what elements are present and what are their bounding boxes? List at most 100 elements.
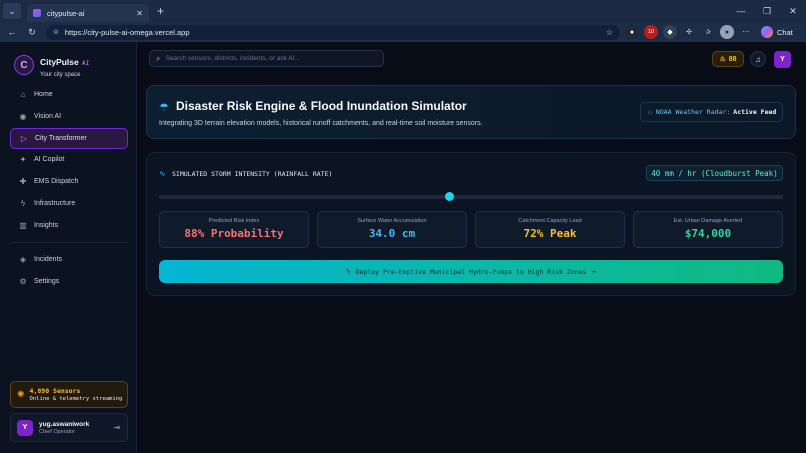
arrow-right-icon: →: [591, 267, 597, 276]
close-tab-icon[interactable]: ✕: [136, 9, 143, 18]
sidebar-item-label: Infrastructure: [34, 199, 76, 207]
play-icon: ▷: [20, 133, 28, 143]
sidebar-divider: [10, 241, 128, 243]
minimize-icon[interactable]: —: [728, 6, 754, 16]
browser-tab-title: citypulse-ai: [47, 8, 85, 18]
sparkles-icon: ✦: [19, 155, 27, 165]
metric-surface-water: Surface Water Accumulation 34.0 cm: [317, 211, 467, 248]
app-root: C CityPulse AI Your city space ⌂ Home ◉ Vis…: [0, 42, 806, 453]
sidebar-item-infrastructure[interactable]: ϟ Infrastructure: [10, 193, 128, 214]
search-icon: ⌕: [156, 53, 161, 63]
metric-value: 72% Peak: [523, 227, 577, 240]
sensor-status-card: ✺ 4,890 Sensors Online & telemetry strea…: [10, 381, 128, 408]
restore-icon[interactable]: ❐: [754, 6, 780, 17]
flame-icon: ♨: [719, 56, 726, 63]
sidebar-item-ems-dispatch[interactable]: ✚ EMS Dispatch: [10, 171, 128, 192]
sidebar-item-label: Home: [34, 91, 53, 98]
browser-tab-strip: ⌄ citypulse-ai ✕ + — ❐ ✕: [0, 0, 806, 22]
bookmark-star-icon[interactable]: ☆: [606, 28, 613, 37]
storm-intensity-label: SIMULATED STORM INTENSITY (RAINFALL RATE…: [172, 170, 333, 178]
radar-status: Active Feed: [733, 108, 777, 116]
back-icon[interactable]: ←: [4, 27, 20, 37]
metric-label: Surface Water Accumulation: [357, 218, 427, 224]
metric-label: Predicted Risk Index: [208, 218, 260, 224]
metric-value: $74,000: [684, 227, 732, 240]
address-bar[interactable]: ⊜ https://city-pulse-ai-omega.vercel.app…: [46, 24, 620, 40]
copilot-icon: [761, 26, 773, 38]
tab-list-button[interactable]: ⌄: [3, 3, 21, 19]
sidebar-item-city-transformer[interactable]: ▷ City Transformer: [10, 127, 128, 149]
chat-button[interactable]: Chat: [761, 26, 793, 38]
eye-icon: ◉: [19, 111, 27, 121]
user-card[interactable]: Y yug.aswaniwork Chief Operator ⇥: [10, 413, 128, 442]
sidebar-item-incidents[interactable]: ◈ Incidents: [10, 249, 128, 270]
brand[interactable]: C CityPulse AI Your city space: [14, 52, 90, 78]
favorites-icon[interactable]: ✰: [701, 25, 715, 39]
close-window-icon[interactable]: ✕: [780, 6, 806, 17]
points-badge[interactable]: ♨ 88: [712, 51, 744, 67]
sidebar-nav: ⌂ Home ◉ Vision AI ▷ City Transformer ✦ AI C…: [10, 84, 128, 292]
profile-avatar-icon[interactable]: ●: [720, 25, 734, 39]
sidebar-item-settings[interactable]: ⚙ Settings: [10, 271, 128, 292]
avatar[interactable]: Y: [774, 51, 791, 68]
site-info-icon[interactable]: ⊜: [53, 28, 59, 36]
radar-status-badge: ◌ NOAA Weather Radar: Active Feed: [640, 102, 783, 122]
url-text: https://city-pulse-ai-omega.vercel.app: [64, 27, 190, 37]
home-icon: ⌂: [20, 90, 26, 99]
sensor-status-text: Online & telemetry streaming: [29, 396, 123, 402]
search-input[interactable]: ⌕ Search sensors, districts, incidents, …: [149, 50, 384, 67]
user-role: Chief Operator: [39, 428, 76, 435]
sidebar-item-vision-ai[interactable]: ◉ Vision AI: [10, 106, 128, 127]
brand-name: CityPulse: [40, 57, 79, 67]
deploy-button-label: Deploy Pre-Emptive Municipal Hydro-Pumps…: [355, 267, 587, 276]
extensions-puzzle-icon[interactable]: ✣: [682, 25, 696, 39]
sidebar-item-label: Vision AI: [34, 112, 62, 120]
chevron-down-icon: ⌄: [8, 5, 16, 16]
slider-track-fill: [159, 195, 450, 199]
sidebar: C CityPulse AI Your city space ⌂ Home ◉ Vis…: [0, 42, 137, 453]
signal-icon: ✺: [17, 389, 25, 399]
bell-icon: ♫: [755, 54, 761, 64]
sidebar-item-insights[interactable]: ▥ Insights: [10, 215, 128, 236]
shield-icon: ◈: [19, 254, 27, 264]
gear-icon: ⚙: [19, 276, 27, 286]
metric-label: Est. Urban Damage Averted: [673, 218, 743, 224]
logout-icon[interactable]: ⇥: [113, 423, 120, 432]
bolt-icon: ϟ: [20, 198, 26, 208]
rainfall-rate-readout: 40 mm / hr (Cloudburst Peak): [646, 165, 783, 181]
radar-label: NOAA Weather Radar:: [655, 108, 731, 116]
bolt-icon: ϟ: [345, 267, 351, 276]
brand-ai-tag: AI: [81, 59, 90, 67]
metric-value: 34.0 cm: [368, 227, 416, 240]
points-count: 88: [728, 55, 737, 63]
bar-chart-icon: ▥: [19, 220, 27, 230]
browser-tab[interactable]: citypulse-ai ✕: [27, 4, 149, 22]
sidebar-item-ai-copilot[interactable]: ✦ AI Copilot: [10, 149, 128, 170]
reload-icon[interactable]: ↻: [24, 27, 40, 38]
chat-button-label: Chat: [777, 27, 793, 37]
page-title: Disaster Risk Engine & Flood Inundation …: [176, 99, 467, 113]
notifications-button[interactable]: ♫: [750, 51, 766, 67]
metric-damage-averted: Est. Urban Damage Averted $74,000: [633, 211, 783, 248]
user-name: yug.aswaniwork: [39, 420, 90, 428]
extension-icon[interactable]: ●: [625, 25, 639, 39]
slider-thumb[interactable]: [445, 192, 455, 201]
favicon-icon: [33, 9, 41, 17]
sidebar-item-home[interactable]: ⌂ Home: [10, 84, 128, 105]
sidebar-item-label: Settings: [34, 277, 60, 285]
sidebar-item-label: Incidents: [34, 255, 63, 263]
new-tab-button[interactable]: +: [157, 4, 164, 18]
more-menu-icon[interactable]: ⋯: [739, 25, 753, 39]
page-subtitle: Integrating 3D terrain elevation models,…: [159, 120, 483, 127]
sidebar-item-label: EMS Dispatch: [34, 178, 79, 186]
storm-simulator-card: ∿ SIMULATED STORM INTENSITY (RAINFALL RA…: [146, 152, 796, 296]
sidebar-item-label: City Transformer: [35, 134, 87, 142]
browser-toolbar: ← ↻ ⊜ https://city-pulse-ai-omega.vercel…: [0, 22, 806, 42]
shield-extension-icon[interactable]: ◆: [663, 25, 677, 39]
rainfall-slider[interactable]: [159, 192, 783, 201]
simulator-header-card: ☂ Disaster Risk Engine & Flood Inundatio…: [146, 85, 796, 139]
ambulance-icon: ✚: [19, 177, 27, 187]
sidebar-item-label: AI Copilot: [34, 156, 65, 164]
deploy-pumps-button[interactable]: ϟ Deploy Pre-Emptive Municipal Hydro-Pum…: [159, 260, 783, 283]
extension-badge-icon[interactable]: 10: [644, 25, 658, 39]
